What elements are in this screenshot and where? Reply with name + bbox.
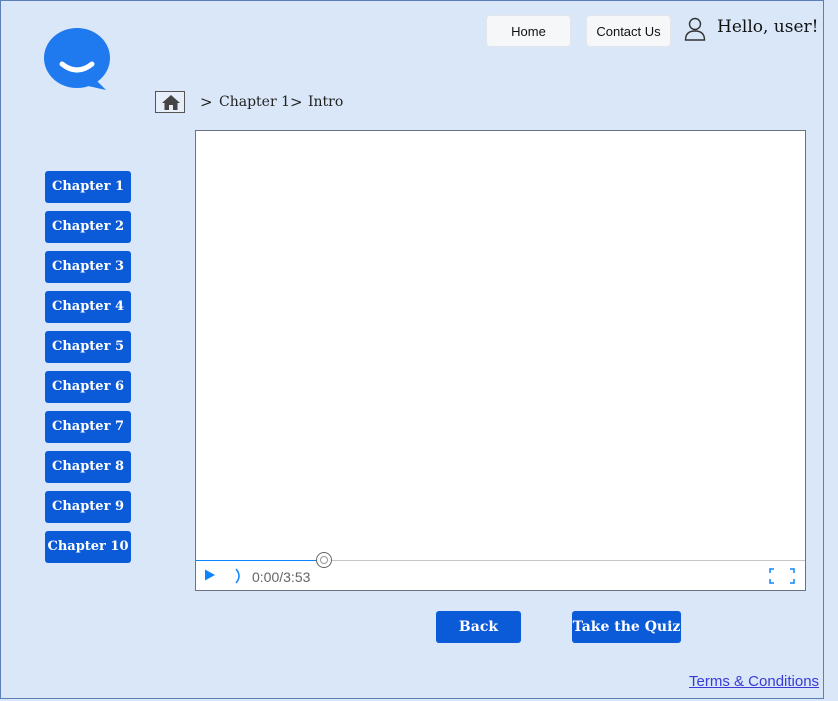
chapter-button-5[interactable]: Chapter 5 — [45, 331, 131, 363]
take-quiz-button[interactable]: Take the Quiz — [572, 611, 681, 643]
breadcrumb-item-chapter[interactable]: Chapter 1 — [219, 94, 290, 110]
breadcrumb-separator: > — [200, 93, 213, 111]
user-greeting: Hello, user! — [717, 17, 819, 37]
video-time: 0:00/3:53 — [252, 569, 311, 585]
chapter-button-1[interactable]: Chapter 1 — [45, 171, 131, 203]
fullscreen-icon[interactable] — [769, 568, 795, 584]
chat-logo-icon — [44, 28, 110, 90]
video-player[interactable]: 0:00/3:53 — [195, 130, 806, 591]
video-progress-fill — [196, 560, 324, 561]
volume-icon[interactable] — [234, 568, 244, 584]
back-button[interactable]: Back — [436, 611, 521, 643]
play-icon[interactable] — [204, 569, 216, 581]
chapter-button-6[interactable]: Chapter 6 — [45, 371, 131, 403]
chapter-button-8[interactable]: Chapter 8 — [45, 451, 131, 483]
chapter-list: Chapter 1 Chapter 2 Chapter 3 Chapter 4 … — [45, 171, 132, 571]
chapter-button-4[interactable]: Chapter 4 — [45, 291, 131, 323]
home-icon — [162, 95, 180, 110]
video-progress-handle[interactable] — [316, 552, 332, 568]
home-button[interactable]: Home — [486, 15, 571, 47]
chapter-button-3[interactable]: Chapter 3 — [45, 251, 131, 283]
breadcrumb-home-button[interactable] — [155, 91, 185, 113]
contact-us-button[interactable]: Contact Us — [586, 15, 671, 47]
terms-link[interactable]: Terms & Conditions — [689, 673, 819, 690]
chapter-button-10[interactable]: Chapter 10 — [45, 531, 131, 563]
breadcrumb-separator: > — [290, 93, 303, 111]
user-icon[interactable] — [684, 17, 706, 41]
breadcrumb-item-current: Intro — [308, 94, 344, 110]
chapter-button-9[interactable]: Chapter 9 — [45, 491, 131, 523]
chapter-button-7[interactable]: Chapter 7 — [45, 411, 131, 443]
chapter-button-2[interactable]: Chapter 2 — [45, 211, 131, 243]
